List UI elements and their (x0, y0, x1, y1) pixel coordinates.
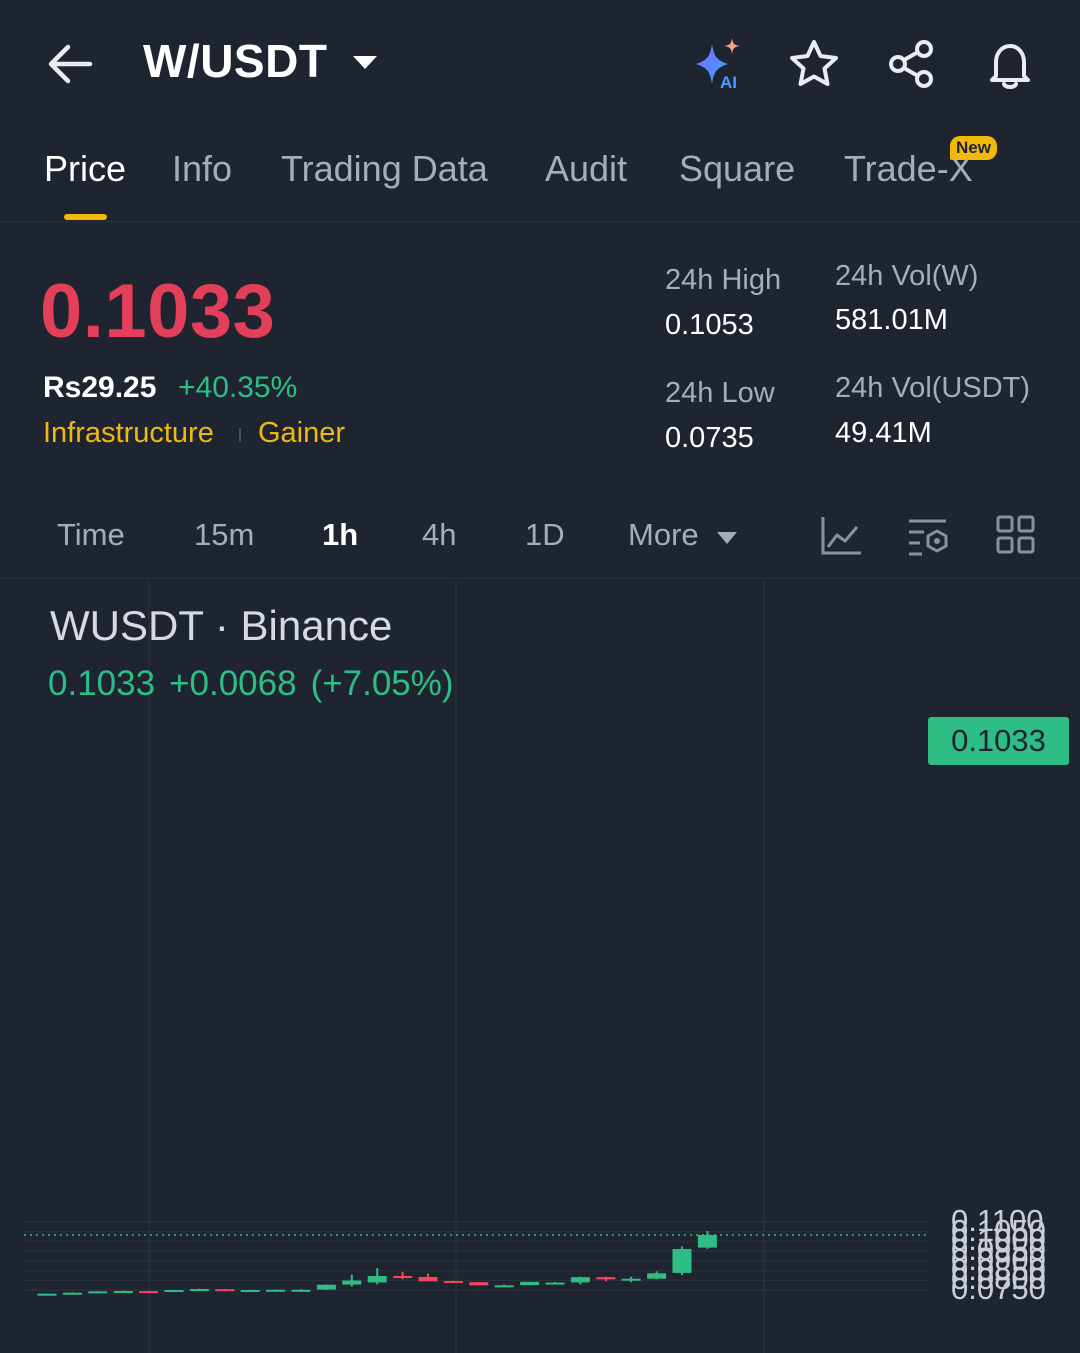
current-price-tag: 0.1033 (928, 717, 1069, 765)
stat-24h-vol-base-label: 24h Vol(W) (835, 260, 979, 292)
candle-body (316, 1284, 336, 1290)
candle-body (621, 1278, 641, 1281)
indicator-chart-icon[interactable] (819, 513, 863, 557)
candle-body (215, 1289, 235, 1292)
share-icon[interactable] (884, 36, 940, 92)
candle-body (494, 1285, 514, 1288)
fiat-price: Rs29.25 (43, 371, 157, 404)
interval-more[interactable]: More (628, 517, 699, 553)
chart-change-percent: (+7.05%) (310, 664, 454, 703)
candle-body (647, 1273, 667, 1279)
more-caret-icon[interactable] (716, 531, 738, 545)
stat-24h-vol-quote-value: 49.41M (835, 417, 932, 449)
interval-time[interactable]: Time (57, 517, 125, 553)
tab-trading-data[interactable]: Trading Data (281, 148, 488, 190)
ai-sparkle-icon[interactable]: AI (690, 36, 746, 92)
candle-body (291, 1289, 311, 1292)
tab-info[interactable]: Info (172, 148, 232, 190)
candle-body (37, 1293, 57, 1296)
detail-tabs: Price Info Trading Data Audit Square Tra… (0, 130, 1080, 222)
candle-body (545, 1282, 565, 1285)
star-icon[interactable] (786, 36, 842, 92)
tab-audit[interactable]: Audit (545, 148, 627, 190)
interval-4h[interactable]: 4h (422, 517, 456, 553)
chevron-down-icon[interactable] (350, 52, 380, 72)
candle-body (393, 1276, 413, 1279)
tag-divider (239, 428, 241, 442)
candle-body (62, 1292, 82, 1295)
candle-body (113, 1290, 133, 1293)
candle-body (443, 1281, 463, 1284)
tag-infrastructure[interactable]: Infrastructure (43, 417, 214, 450)
top-bar: W/USDT AI (0, 0, 1080, 125)
new-badge: New (950, 136, 997, 160)
stat-24h-high-value: 0.1053 (665, 309, 754, 341)
chart-symbol-label: WUSDT · Binance (50, 602, 393, 649)
back-arrow-icon[interactable] (40, 36, 100, 92)
price-change-percent: +40.35% (178, 371, 298, 404)
stat-24h-vol-base-value: 581.01M (835, 304, 948, 336)
candle-body (240, 1290, 260, 1292)
tab-price[interactable]: Price (44, 148, 126, 190)
candle-body (164, 1290, 184, 1292)
chart-ohlc-summary: 0.1033 +0.0068 (+7.05%) (48, 664, 468, 704)
chart-last-price: 0.1033 (48, 664, 156, 703)
candle-body (418, 1276, 438, 1282)
candle-body (342, 1280, 362, 1285)
interval-1d[interactable]: 1D (525, 517, 565, 553)
layout-grid-icon[interactable] (994, 513, 1038, 557)
tab-square[interactable]: Square (679, 148, 795, 190)
y-tick-label: 0.0750 (951, 1271, 1046, 1306)
bell-icon[interactable] (982, 36, 1038, 92)
candle-body (88, 1291, 108, 1294)
svg-text:AI: AI (720, 73, 737, 92)
candle-body (139, 1291, 159, 1294)
active-tab-indicator (64, 214, 107, 220)
last-price: 0.1033 (40, 269, 276, 354)
stat-24h-low-label: 24h Low (665, 377, 775, 409)
candle-body (570, 1277, 590, 1283)
candle-body (266, 1289, 286, 1292)
candle-body (367, 1276, 387, 1283)
chart-change: +0.0068 (169, 664, 297, 703)
candle-body (520, 1281, 540, 1286)
stat-24h-high-label: 24h High (665, 264, 782, 296)
candle-body (672, 1248, 692, 1273)
candle-body (697, 1234, 717, 1248)
interval-15m[interactable]: 15m (194, 517, 254, 553)
chart-settings-icon[interactable] (906, 513, 950, 557)
stat-24h-low-value: 0.0735 (665, 422, 754, 454)
candle-body (189, 1289, 209, 1292)
trading-pair-title[interactable]: W/USDT (143, 34, 327, 88)
stat-24h-vol-quote-label: 24h Vol(USDT) (835, 372, 1031, 404)
interval-1h[interactable]: 1h (322, 517, 358, 553)
candle-body (596, 1277, 616, 1280)
interval-bar: Time 15m 1h 4h 1D More (0, 495, 1080, 579)
tag-gainer[interactable]: Gainer (258, 417, 345, 450)
candle-body (469, 1282, 489, 1286)
